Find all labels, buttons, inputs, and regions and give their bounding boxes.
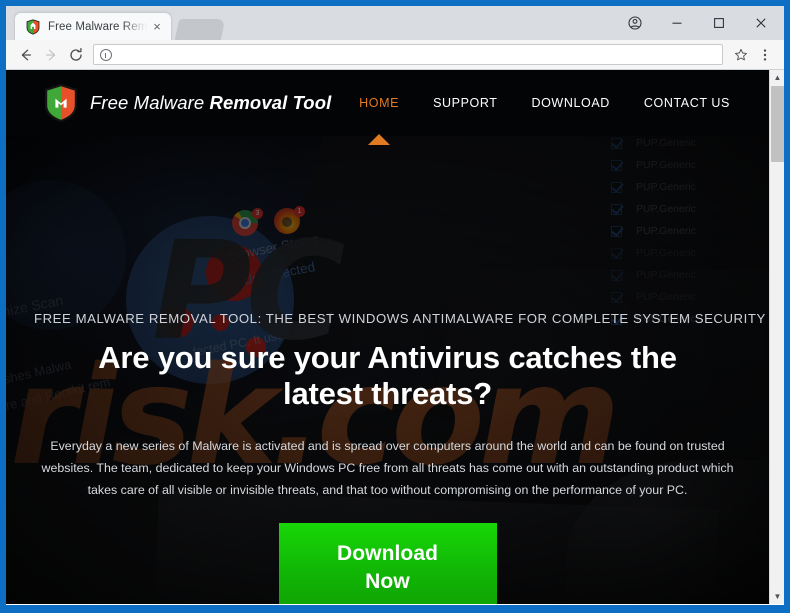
new-tab-ghost[interactable] <box>174 19 226 40</box>
nav-item-download[interactable]: DOWNLOAD <box>514 70 626 136</box>
brand-name-thin: Free Malware <box>90 92 210 113</box>
hero-eyebrow: FREE MALWARE REMOVAL TOOL: THE BEST WIND… <box>34 311 766 326</box>
browser-tab[interactable]: Free Malware Removal T × <box>14 12 172 40</box>
download-button-line1: Download <box>336 541 439 565</box>
browser-title-bar: Free Malware Removal T × <box>6 6 784 40</box>
brand-logo-block[interactable]: Free Malware Removal Tool <box>44 83 331 123</box>
address-bar[interactable] <box>93 44 723 65</box>
tab-title: Free Malware Removal T <box>48 20 149 33</box>
profile-avatar-icon[interactable] <box>614 8 656 38</box>
browser-toolbar <box>6 40 784 70</box>
site-header: Free Malware Removal Tool HOME SUPPORT D… <box>6 70 769 136</box>
back-button[interactable] <box>13 42 38 67</box>
page-viewport: 3 1 Browser Status Unprotected mize Scan… <box>6 70 784 604</box>
window-frame: Free Malware Removal T × <box>0 0 790 613</box>
forward-button[interactable] <box>38 42 63 67</box>
maximize-button[interactable] <box>698 8 740 38</box>
shield-m-logo-icon <box>44 83 78 123</box>
tab-favicon-shield-icon <box>25 18 41 35</box>
close-window-button[interactable] <box>740 8 782 38</box>
download-now-button[interactable]: Download Now <box>278 522 497 604</box>
window-controls <box>614 6 784 40</box>
browser-window: Free Malware Removal T × <box>6 6 784 605</box>
nav-item-home[interactable]: HOME <box>342 70 416 136</box>
nav-item-support[interactable]: SUPPORT <box>416 70 514 136</box>
web-page: 3 1 Browser Status Unprotected mize Scan… <box>6 70 769 604</box>
scrollbar-down-arrow[interactable]: ▼ <box>770 589 784 604</box>
minimize-button[interactable] <box>656 8 698 38</box>
download-button-line2: Now <box>365 570 410 594</box>
brand-name: Free Malware Removal Tool <box>90 92 331 114</box>
tab-close-icon[interactable]: × <box>149 19 165 35</box>
page-scrollbar[interactable]: ▲ ▼ <box>769 70 784 604</box>
nav-item-contact-us[interactable]: CONTACT US <box>627 70 747 136</box>
bookmark-star-icon[interactable] <box>729 43 753 67</box>
cta-wrapper: Download Now By Clicking "Download Now",… <box>34 522 741 604</box>
hero-content: FREE MALWARE REMOVAL TOOL: THE BEST WIND… <box>6 70 769 604</box>
brand-name-bold: Removal Tool <box>209 92 332 113</box>
scrollbar-up-arrow[interactable]: ▲ <box>770 70 784 85</box>
site-info-icon[interactable] <box>100 48 112 61</box>
reload-button[interactable] <box>63 42 88 67</box>
hero-headline: Are you sure your Antivirus catches the … <box>98 340 677 412</box>
browser-menu-icon[interactable] <box>753 43 777 67</box>
hero-subcopy: Everyday a new series of Malware is acti… <box>41 438 734 497</box>
scrollbar-thumb[interactable] <box>771 86 784 162</box>
tab-strip: Free Malware Removal T × <box>6 6 226 40</box>
main-navigation: HOME SUPPORT DOWNLOAD CONTACT US <box>342 70 747 136</box>
